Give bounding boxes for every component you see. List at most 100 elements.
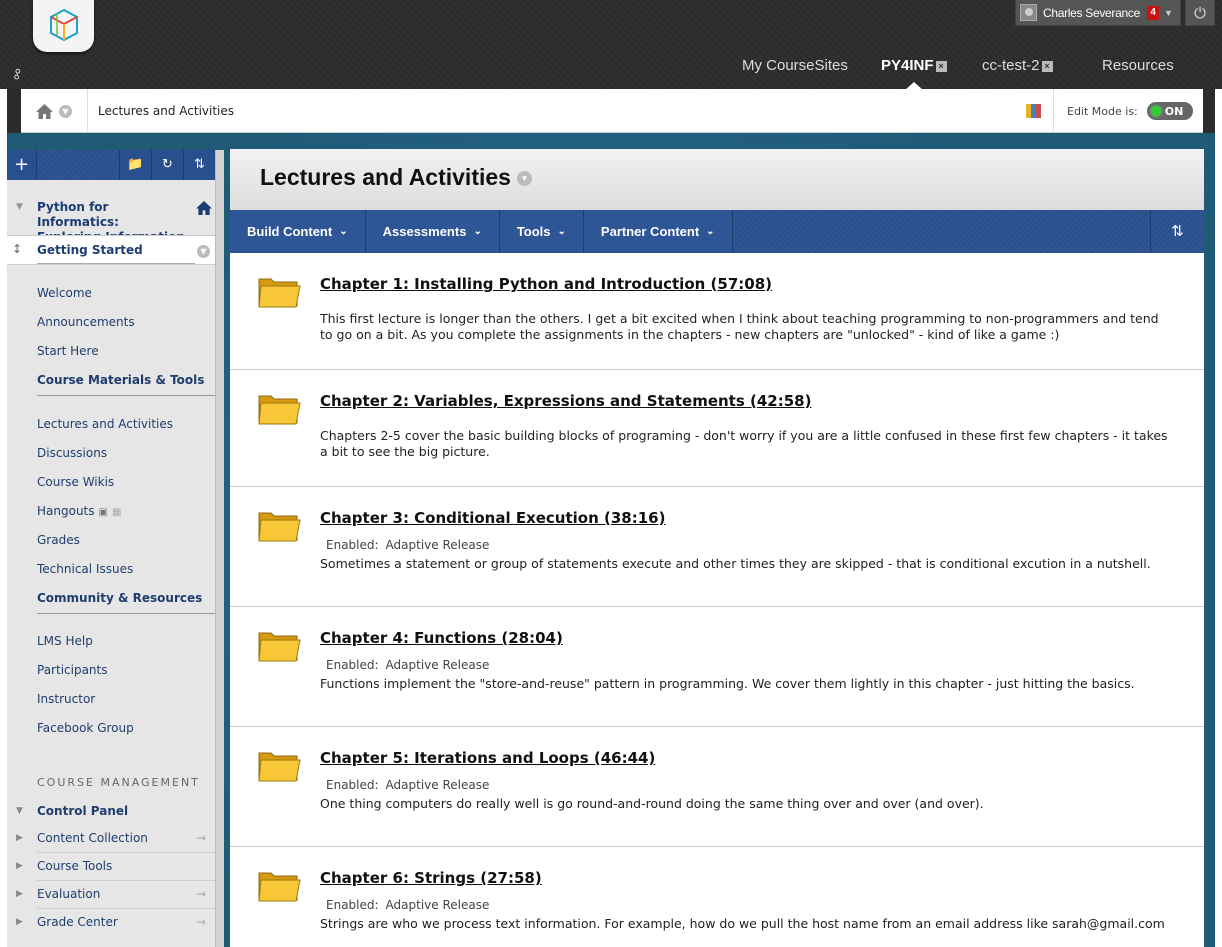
content-item-description: Sometimes a statement or group of statem…	[320, 556, 1151, 571]
top-bar: ☍ Charles Severance 4 ▼ ⏻ My CourseSites…	[0, 0, 1222, 90]
home-icon	[36, 103, 53, 119]
sidebar-item-participants[interactable]: Participants	[37, 663, 108, 677]
sidebar-item-discussions[interactable]: Discussions	[37, 446, 107, 460]
adaptive-release-status: Enabled: Adaptive Release	[326, 898, 489, 912]
sidebar-item-facebook-group[interactable]: Facebook Group	[37, 721, 134, 735]
reorder-icon[interactable]: ⇅	[183, 150, 215, 180]
collapse-triangle-icon[interactable]: ▼	[16, 200, 23, 215]
close-course-icon[interactable]: ×	[1041, 61, 1053, 72]
content-item-title[interactable]: Chapter 1: Installing Python and Introdu…	[320, 275, 772, 293]
chevron-down-icon[interactable]: ▼	[516, 171, 532, 186]
folder-icon	[257, 273, 301, 313]
current-section[interactable]: ↕ Getting Started ▼	[7, 235, 215, 265]
refresh-icon[interactable]: ↻	[151, 150, 183, 180]
nav-py4inf[interactable]: PY4INF ×	[881, 57, 947, 74]
sidebar-item-hangouts[interactable]: Hangouts ▣ ▦	[37, 504, 121, 518]
page-title: Lectures and Activities ▼	[230, 149, 1204, 210]
expand-triangle-icon[interactable]: ▶	[16, 833, 23, 843]
content-item: Chapter 1: Installing Python and Introdu…	[230, 253, 1204, 370]
folder-icon	[257, 627, 301, 667]
sidebar-item-start-here[interactable]: Start Here	[37, 344, 99, 358]
sidebar-item-technical-issues[interactable]: Technical Issues	[37, 562, 133, 576]
adaptive-release-status: Enabled: Adaptive Release	[326, 538, 489, 552]
sidebar-item-announcements[interactable]: Announcements	[37, 315, 135, 329]
current-section-label: Getting Started	[37, 243, 143, 257]
release-label: Enabled:	[326, 778, 379, 792]
folder-icon	[257, 507, 301, 547]
sidebar-item-course-wikis[interactable]: Course Wikis	[37, 475, 114, 489]
chevron-down-icon[interactable]: ▼	[1164, 8, 1173, 18]
partner-content-button[interactable]: Partner Content ⌄	[583, 210, 733, 253]
left-edge	[0, 89, 7, 947]
nav-py4inf-label: PY4INF	[881, 57, 934, 74]
folder-view-icon[interactable]: 📁	[119, 150, 151, 180]
nav-resources[interactable]: Resources	[1102, 57, 1174, 74]
build-content-button[interactable]: Build Content ⌄	[230, 210, 366, 253]
content-item: Chapter 6: Strings (27:58) Enabled: Adapti…	[230, 847, 1204, 947]
sidebar-item-welcome[interactable]: Welcome	[37, 286, 92, 300]
theme-palette-icon[interactable]	[1026, 104, 1041, 118]
sidebar-heading-community: Community & Resources	[37, 591, 203, 605]
content-item-description: This first lecture is longer than the ot…	[320, 311, 1159, 342]
folder-icon	[257, 867, 301, 907]
sidebar-item-label: Hangouts	[37, 504, 95, 518]
content-item-title[interactable]: Chapter 2: Variables, Expressions and St…	[320, 392, 811, 410]
course-management-heading: COURSE MANAGEMENT	[37, 776, 200, 789]
content-item-title[interactable]: Chapter 5: Iterations and Loops (46:44)	[320, 749, 655, 767]
link-icon[interactable]: ☍	[9, 66, 26, 83]
nav-my-coursesites[interactable]: My CourseSites	[742, 57, 848, 74]
breadcrumb-home[interactable]: ▼	[21, 89, 88, 133]
divider	[37, 395, 215, 396]
control-item-grade-center[interactable]: ▶ Grade Center →	[16, 915, 206, 929]
control-item-course-tools[interactable]: ▶ Course Tools	[16, 859, 113, 873]
add-menu-item-button[interactable]: +	[7, 150, 37, 180]
user-menu[interactable]: Charles Severance 4 ▼	[1015, 0, 1181, 26]
close-course-icon[interactable]: ×	[935, 61, 947, 72]
content-item-title[interactable]: Chapter 3: Conditional Execution (38:16)	[320, 509, 665, 527]
course-home-icon[interactable]	[196, 201, 212, 215]
chevron-down-icon[interactable]: ▼	[197, 245, 210, 258]
control-panel[interactable]: ▼ Control Panel	[16, 804, 129, 818]
control-item-evaluation[interactable]: ▶ Evaluation →	[16, 887, 206, 901]
collapse-triangle-icon[interactable]: ▼	[16, 806, 23, 816]
drag-handle-icon[interactable]: ↕	[12, 242, 22, 256]
control-item-label: Course Tools	[37, 859, 113, 873]
content-item-title[interactable]: Chapter 6: Strings (27:58)	[320, 869, 542, 887]
hidden-item-icon: ▦	[111, 507, 122, 518]
expand-triangle-icon[interactable]: ▶	[16, 889, 23, 899]
content-item: Chapter 5: Iterations and Loops (46:44) E…	[230, 727, 1204, 847]
edit-mode: Edit Mode is: ON	[1053, 89, 1193, 133]
release-label: Enabled:	[326, 658, 379, 672]
chevron-down-icon[interactable]: ▼	[59, 104, 72, 118]
chevron-down-icon: ⌄	[557, 226, 566, 237]
release-value: Adaptive Release	[385, 778, 490, 792]
sidebar-item-lms-help[interactable]: LMS Help	[37, 634, 93, 648]
content-item: Chapter 2: Variables, Expressions and St…	[230, 370, 1204, 487]
divider	[37, 852, 215, 853]
notification-badge[interactable]: 4	[1146, 5, 1159, 20]
reorder-icon[interactable]: ⇅	[1150, 210, 1204, 253]
expand-triangle-icon[interactable]: ▶	[16, 861, 23, 871]
cube-logo-icon	[50, 8, 78, 42]
content-item-title[interactable]: Chapter 4: Functions (28:04)	[320, 629, 563, 647]
control-panel-label: Control Panel	[37, 804, 129, 818]
sidebar-item-instructor[interactable]: Instructor	[37, 692, 95, 706]
nav-cc-test-2[interactable]: cc-test-2 ×	[982, 57, 1053, 74]
course-menu-resize-handle[interactable]	[215, 150, 224, 947]
action-bar: Build Content ⌄ Assessments ⌄ Tools ⌄ Partn…	[230, 210, 1204, 253]
right-edge	[1215, 89, 1222, 947]
control-item-content-collection[interactable]: ▶ Content Collection →	[16, 831, 206, 845]
course-title[interactable]: ▼ Python for Informatics: Exploring Info…	[7, 180, 215, 244]
control-item-label: Evaluation	[37, 887, 101, 901]
expand-triangle-icon[interactable]: ▶	[16, 917, 23, 927]
coursesites-logo[interactable]	[33, 0, 94, 52]
sidebar-item-grades[interactable]: Grades	[37, 533, 80, 547]
content-item-description: Functions implement the "store-and-reuse…	[320, 676, 1135, 691]
edit-mode-toggle[interactable]: ON	[1146, 102, 1193, 120]
action-label: Partner Content	[600, 224, 700, 239]
assessments-button[interactable]: Assessments ⌄	[365, 210, 500, 253]
logout-power-icon[interactable]: ⏻	[1185, 0, 1215, 26]
tools-button[interactable]: Tools ⌄	[499, 210, 584, 253]
sidebar-heading-course-materials: Course Materials & Tools	[37, 373, 205, 387]
sidebar-item-lectures[interactable]: Lectures and Activities	[37, 417, 173, 431]
